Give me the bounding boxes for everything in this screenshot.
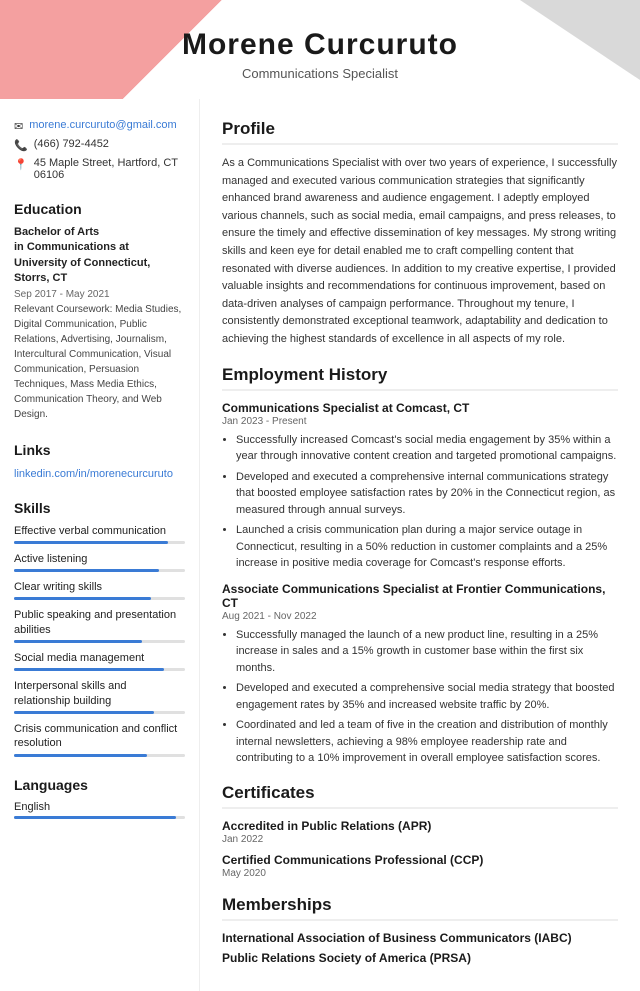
job-bullet: Coordinated and led a team of five in th… [236,717,618,767]
cert-entry: Certified Communications Professional (C… [222,853,618,879]
cert-date: Jan 2022 [222,834,618,845]
job-entry: Associate Communications Specialist at F… [222,582,618,767]
edu-courses-label: Relevant Coursework: [14,304,112,315]
cert-title: Accredited in Public Relations (APR) [222,819,618,833]
memberships-list: International Association of Business Co… [222,931,618,965]
profile-text: As a Communications Specialist with over… [222,155,618,349]
membership-item: Public Relations Society of America (PRS… [222,951,618,965]
skills-title: Skills [14,500,185,516]
skill-bar-fill [14,754,147,757]
skill-item: Clear writing skills [14,580,185,600]
edu-degree: Bachelor of Arts [14,225,185,240]
skill-label: Active listening [14,552,185,566]
languages-section: Languages English [14,777,185,819]
skill-bar-bg [14,640,185,643]
skill-item: Active listening [14,552,185,572]
phone-text: (466) 792-4452 [34,138,109,150]
cert-title: Certified Communications Professional (C… [222,853,618,867]
email-item: ✉ morene.curcuruto@gmail.com [14,119,185,133]
address-item: 📍 45 Maple Street, Hartford, CT 06106 [14,157,185,181]
phone-item: 📞 (466) 792-4452 [14,138,185,152]
skill-item: Social media management [14,651,185,671]
cert-date: May 2020 [222,868,618,879]
skill-item: Interpersonal skills and relationship bu… [14,679,185,714]
profile-section-title: Profile [222,119,618,145]
resume-header: Morene Curcuruto Communications Speciali… [0,0,640,99]
location-icon: 📍 [14,158,28,171]
jobs-list: Communications Specialist at Comcast, CT… [222,401,618,767]
languages-list: English [14,801,185,819]
content-area: Profile As a Communications Specialist w… [200,99,640,991]
skill-bar-fill [14,668,164,671]
skill-bar-fill [14,569,159,572]
email-icon: ✉ [14,120,23,133]
employment-section-title: Employment History [222,365,618,391]
cert-entry: Accredited in Public Relations (APR) Jan… [222,819,618,845]
job-bullet: Developed and executed a comprehensive i… [236,469,618,519]
main-layout: ✉ morene.curcuruto@gmail.com 📞 (466) 792… [0,99,640,991]
job-bullets: Successfully increased Comcast's social … [222,432,618,572]
skill-bar-bg [14,541,185,544]
email-link[interactable]: morene.curcuruto@gmail.com [29,119,177,131]
skills-list: Effective verbal communication Active li… [14,524,185,757]
contact-section: ✉ morene.curcuruto@gmail.com 📞 (466) 792… [14,119,185,181]
links-section: Links linkedin.com/in/morenecurcuruto [14,442,185,480]
lang-bar-bg [14,816,185,819]
job-bullet: Developed and executed a comprehensive s… [236,680,618,713]
skill-item: Crisis communication and conflict resolu… [14,722,185,757]
certs-list: Accredited in Public Relations (APR) Jan… [222,819,618,879]
job-bullets: Successfully managed the launch of a new… [222,627,618,767]
skill-bar-fill [14,711,154,714]
lang-bar-fill [14,816,176,819]
skill-bar-fill [14,541,168,544]
edu-date: Sep 2017 - May 2021 [14,289,185,300]
languages-title: Languages [14,777,185,793]
skill-bar-bg [14,711,185,714]
job-bullet: Successfully increased Comcast's social … [236,432,618,465]
skill-label: Interpersonal skills and relationship bu… [14,679,185,708]
education-title: Education [14,201,185,217]
linkedin-item: linkedin.com/in/morenecurcuruto [14,466,185,480]
skill-label: Public speaking and presentation abiliti… [14,608,185,637]
skill-label: Clear writing skills [14,580,185,594]
language-item: English [14,801,185,819]
edu-courses: Relevant Coursework: Media Studies, Digi… [14,302,185,422]
skill-bar-bg [14,754,185,757]
candidate-title: Communications Specialist [20,66,620,81]
sidebar: ✉ morene.curcuruto@gmail.com 📞 (466) 792… [0,99,200,991]
address-text: 45 Maple Street, Hartford, CT 06106 [34,157,185,181]
edu-school: in Communications at University of Conne… [14,240,185,286]
job-title: Associate Communications Specialist at F… [222,582,618,610]
education-section: Education Bachelor of Arts in Communicat… [14,201,185,422]
membership-item: International Association of Business Co… [222,931,618,945]
skill-label: Crisis communication and conflict resolu… [14,722,185,751]
job-entry: Communications Specialist at Comcast, CT… [222,401,618,572]
language-label: English [14,801,50,813]
job-bullet: Launched a crisis communication plan dur… [236,522,618,572]
skill-label: Social media management [14,651,185,665]
skill-bar-fill [14,597,151,600]
links-title: Links [14,442,185,458]
skill-item: Effective verbal communication [14,524,185,544]
job-bullet: Successfully managed the launch of a new… [236,627,618,677]
memberships-section-title: Memberships [222,895,618,921]
skills-section: Skills Effective verbal communication Ac… [14,500,185,757]
skill-bar-bg [14,597,185,600]
skill-bar-fill [14,640,142,643]
linkedin-link[interactable]: linkedin.com/in/morenecurcuruto [14,468,173,480]
certificates-section-title: Certificates [222,783,618,809]
job-date: Jan 2023 - Present [222,416,618,427]
skill-bar-bg [14,569,185,572]
skill-item: Public speaking and presentation abiliti… [14,608,185,643]
skill-label: Effective verbal communication [14,524,185,538]
job-title: Communications Specialist at Comcast, CT [222,401,618,415]
candidate-name: Morene Curcuruto [20,28,620,62]
job-date: Aug 2021 - Nov 2022 [222,611,618,622]
skill-bar-bg [14,668,185,671]
phone-icon: 📞 [14,139,28,152]
edu-courses-text: Media Studies, Digital Communication, Pu… [14,304,181,420]
